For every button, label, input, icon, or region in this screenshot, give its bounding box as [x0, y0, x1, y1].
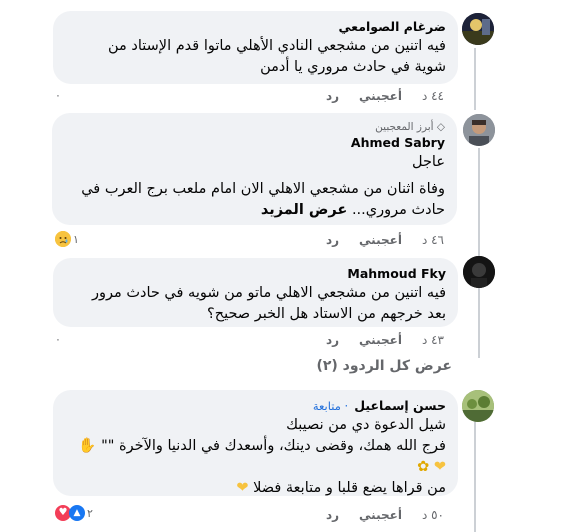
- reply-button[interactable]: رد: [326, 89, 339, 103]
- diamond-icon: ◇: [436, 121, 445, 133]
- like-reaction-icon: ▲: [69, 505, 85, 521]
- thread-line: [474, 48, 476, 110]
- follow-label: متابعة: [312, 399, 341, 413]
- comment-text-line: حادث مروري... عرض المزيد: [64, 200, 445, 221]
- comment-actions: ٤٤ د أعجبني رد: [326, 89, 444, 103]
- see-more-link[interactable]: عرض المزيد: [261, 202, 347, 218]
- view-all-replies-link[interactable]: عرض كل الردود (٢): [316, 358, 452, 374]
- comment-bubble: حسن إسماعيل · متابعة شيل الدعوة دي من نص…: [53, 390, 458, 496]
- comment-text-line: من قراها يضع قلبا و متابعة فضلا ❤: [65, 478, 446, 499]
- comment-text-line: فيه اتنين من مشجعي النادي الأهلي ماتوا ق…: [107, 38, 446, 54]
- comment-bubble: ◇ أبرز المعجبين Ahmed Sabry عاجل وفاة اث…: [52, 113, 457, 225]
- comment-text-line: فيه اتنين من مشجعي الاهلي ماتو من شويه ف…: [91, 285, 446, 301]
- like-button[interactable]: أعجبني: [359, 233, 402, 247]
- comment-time[interactable]: ٤٣ د: [422, 333, 444, 347]
- reaction-count: ١: [73, 232, 79, 246]
- top-fan-badge: ◇ أبرز المعجبين: [64, 120, 445, 134]
- reaction-count: ٠: [55, 89, 61, 102]
- comment-text-line: عاجل: [411, 154, 445, 170]
- reply-button[interactable]: رد: [326, 233, 339, 247]
- comment-text-fragment: من قراها يضع قلبا و متابعة فضلا: [253, 480, 446, 496]
- thread-line: [474, 415, 476, 532]
- comment-text-fragment: حادث مروري...: [351, 202, 445, 218]
- reaction-summary[interactable]: ♥ ▲ ٢: [55, 505, 93, 521]
- comment-time[interactable]: ٥٠ د: [422, 508, 444, 522]
- like-button[interactable]: أعجبني: [359, 89, 402, 103]
- like-button[interactable]: أعجبني: [359, 508, 402, 522]
- author-row: حسن إسماعيل · متابعة: [65, 397, 446, 415]
- reaction-count: ٠: [55, 333, 61, 346]
- emoji-line: ❤ ✿: [65, 457, 446, 478]
- comment-text-fragment: فرج الله همك، وقضى دينك، وأسعدك في الدني…: [101, 438, 446, 454]
- comment-time[interactable]: ٤٤ د: [422, 89, 444, 103]
- comment-time[interactable]: ٤٦ د: [422, 233, 444, 247]
- reaction-count: ٢: [87, 506, 93, 520]
- avatar[interactable]: [463, 114, 495, 146]
- reply-button[interactable]: رد: [326, 508, 339, 522]
- comment-author[interactable]: ضرغام الصوامعي: [65, 18, 446, 36]
- comment-bubble: Mahmoud Fky فيه اتنين من مشجعي الاهلي ما…: [53, 258, 458, 327]
- reaction-summary[interactable]: ١: [55, 231, 79, 247]
- comment-author[interactable]: حسن إسماعيل: [354, 397, 446, 415]
- comment-bubble: ضرغام الصوامعي فيه اتنين من مشجعي النادي…: [53, 11, 458, 84]
- comment-text-line: شوية في حادث مروري يا أدمن: [260, 59, 446, 75]
- follow-link[interactable]: · متابعة: [313, 399, 348, 413]
- comment-text-line: وفاة اثنان من مشجعي الاهلي الان امام ملع…: [81, 181, 445, 197]
- comment-actions: ٤٦ د أعجبني رد: [326, 233, 444, 247]
- like-button[interactable]: أعجبني: [359, 333, 402, 347]
- thread-line: [478, 148, 480, 358]
- comment-text-line: فرج الله همك، وقضى دينك، وأسعدك في الدني…: [65, 436, 446, 457]
- avatar[interactable]: [462, 13, 494, 45]
- reaction-summary[interactable]: ٠: [55, 89, 61, 102]
- comment-actions: ٥٠ د أعجبني رد: [326, 508, 444, 522]
- comment-text-line: شيل الدعوة دي من نصيبك: [286, 417, 446, 433]
- avatar[interactable]: [463, 256, 495, 288]
- comment-actions: ٤٣ د أعجبني رد: [326, 333, 444, 347]
- hands-emoji-icon: ✋: [78, 438, 97, 454]
- reply-button[interactable]: رد: [326, 333, 339, 347]
- comment-author[interactable]: Ahmed Sabry: [64, 134, 445, 152]
- comment-author[interactable]: Mahmoud Fky: [65, 265, 446, 283]
- avatar[interactable]: [462, 390, 494, 422]
- comment-text-line: بعد خرجهم من الاستاد هل الخبر صحيح؟: [207, 306, 446, 322]
- reaction-summary[interactable]: ٠: [55, 333, 61, 346]
- sad-reaction-icon: [55, 231, 71, 247]
- heart-yellow-icon: ❤: [433, 459, 446, 475]
- heart-yellow-icon: ❤: [236, 480, 249, 496]
- badge-label: أبرز المعجبين: [375, 121, 434, 133]
- sunflower-icon: ✿: [417, 459, 430, 475]
